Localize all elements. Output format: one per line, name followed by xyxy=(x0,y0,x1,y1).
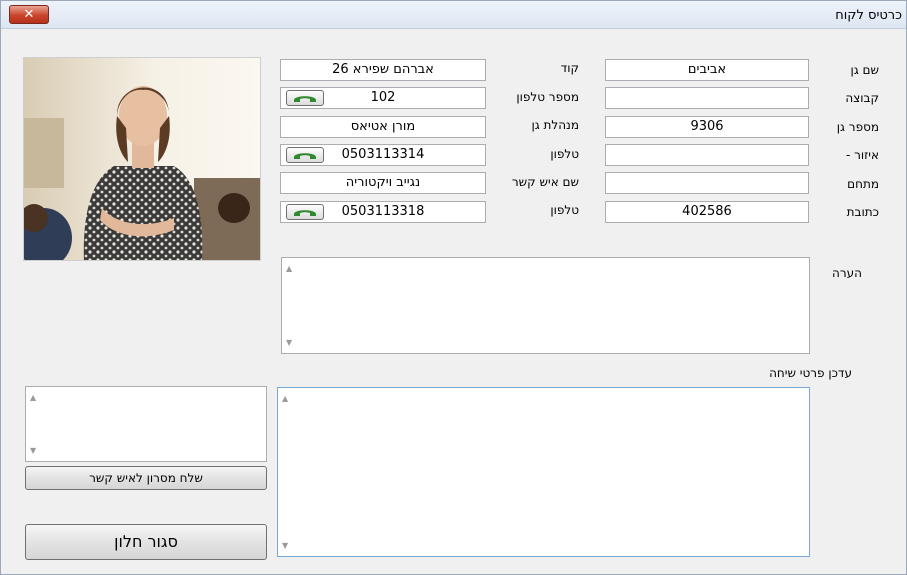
phone-number-value: 102 xyxy=(370,90,396,105)
contact-name-field[interactable]: נגייב ויקטוריה xyxy=(280,172,486,194)
label-group: קבוצה xyxy=(845,91,879,105)
sms-textarea[interactable]: ▲ ▼ xyxy=(25,386,267,462)
send-sms-button[interactable]: שלח מסרון לאיש קשר xyxy=(25,466,267,490)
phone-handset-icon xyxy=(294,96,316,102)
sms-scrollbar[interactable]: ▲ ▼ xyxy=(26,387,43,461)
scroll-up-icon[interactable]: ▲ xyxy=(282,394,288,403)
title-bar: ✕ כרטיס לקוח xyxy=(1,1,906,29)
note-scrollbar[interactable]: ▲ ▼ xyxy=(282,258,299,353)
area-field[interactable] xyxy=(605,144,809,166)
customer-photo xyxy=(23,57,261,261)
dial-contact-phone-button[interactable] xyxy=(286,204,324,220)
scroll-down-icon[interactable]: ▼ xyxy=(282,541,288,550)
kindergarten-name-field[interactable]: אביבים xyxy=(605,59,809,81)
phone-handset-icon xyxy=(294,210,316,216)
kindergarten-number-field[interactable]: 9306 xyxy=(605,116,809,138)
label-complex: מתחם xyxy=(847,177,879,191)
label-contact-phone: טלפון xyxy=(550,203,579,217)
label-note: הערה xyxy=(832,266,862,280)
label-address: כתובת xyxy=(846,205,879,219)
label-kindergarten-number: מספר גן xyxy=(836,120,879,134)
group-field[interactable] xyxy=(605,87,809,109)
code-field[interactable]: אברהם שפירא 26 xyxy=(280,59,486,81)
address-field[interactable]: 402586 xyxy=(605,201,809,223)
label-manager-phone: טלפון xyxy=(550,147,579,161)
label-kindergarten-name: שם גן xyxy=(850,63,880,77)
kindergarten-manager-field[interactable]: מורן אטיאס xyxy=(280,116,486,138)
close-window-button[interactable]: ✕ xyxy=(9,5,49,24)
close-icon: ✕ xyxy=(23,7,35,22)
manager-phone-value: 0503113314 xyxy=(341,147,425,162)
close-window-large-button[interactable]: סגור חלון xyxy=(25,524,267,560)
label-phone-number: מספר טלפון xyxy=(516,90,579,104)
complex-field[interactable] xyxy=(605,172,809,194)
scroll-down-icon[interactable]: ▼ xyxy=(286,338,292,347)
note-textarea[interactable]: ▲ ▼ xyxy=(281,257,810,354)
label-update-conversation: עדכן פרטי שיחה xyxy=(769,366,852,380)
dial-manager-phone-button[interactable] xyxy=(286,147,324,163)
dial-phone-number-button[interactable] xyxy=(286,90,324,106)
window-title: כרטיס לקוח xyxy=(835,8,902,23)
label-code: קוד xyxy=(560,61,579,75)
customer-card-window: ✕ כרטיס לקוח שם גן קבוצה מספר גן איזור -… xyxy=(0,0,907,575)
phone-handset-icon xyxy=(294,153,316,159)
scroll-up-icon[interactable]: ▲ xyxy=(286,264,292,273)
label-contact-name: שם איש קשר xyxy=(511,175,579,189)
scroll-up-icon[interactable]: ▲ xyxy=(30,393,36,402)
label-area: איזור - xyxy=(845,148,879,162)
contact-phone-value: 0503113318 xyxy=(341,204,425,219)
label-kindergarten-manager: מנהלת גן xyxy=(531,118,579,132)
conversation-textarea[interactable]: ▲ ▼ xyxy=(277,387,810,557)
scroll-down-icon[interactable]: ▼ xyxy=(30,446,36,455)
conversation-scrollbar[interactable]: ▲ ▼ xyxy=(278,388,295,556)
